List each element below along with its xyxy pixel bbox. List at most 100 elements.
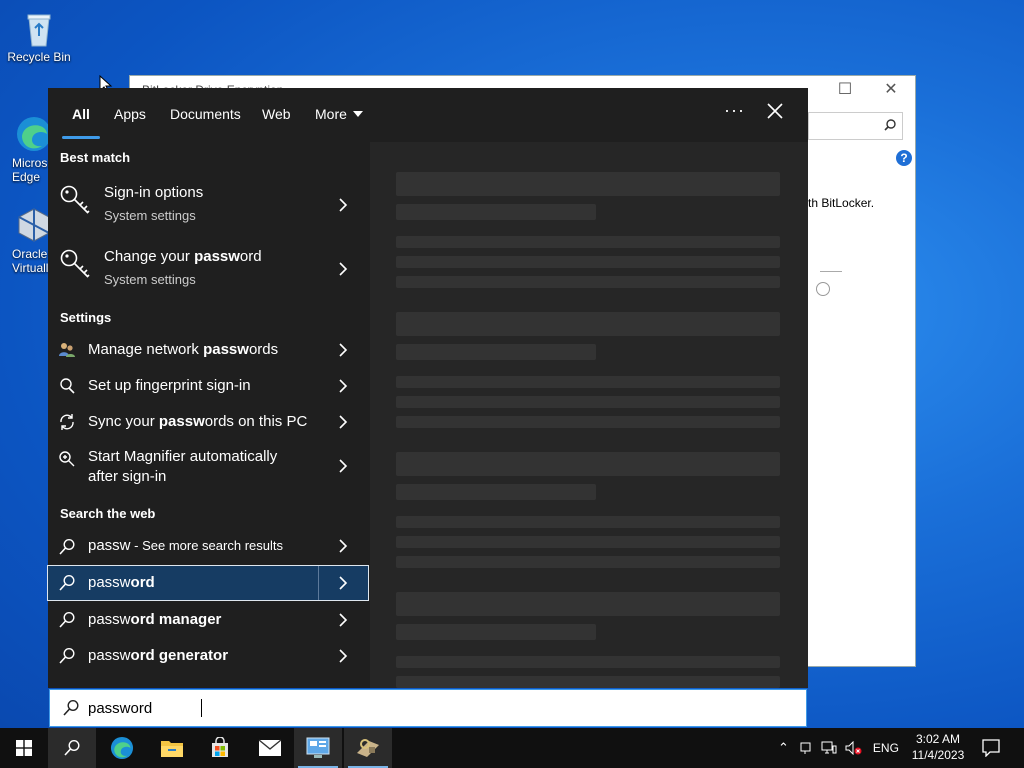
clock[interactable]: 3:02 AM 11/4/2023 <box>906 731 970 763</box>
result-fingerprint-sign-in[interactable]: Set up fingerprint sign-in <box>48 368 368 404</box>
desktop-icon-recycle-bin[interactable]: Recycle Bin <box>7 8 71 64</box>
store-icon <box>212 737 228 757</box>
chevron-right-icon[interactable] <box>338 415 348 429</box>
taskbar-control-panel[interactable] <box>294 728 342 768</box>
loading-placeholder <box>396 556 780 568</box>
tab-all[interactable]: All <box>72 106 90 122</box>
desktop-icon-label: Oracle Virtuall <box>12 247 49 275</box>
loading-placeholder <box>396 536 780 548</box>
control-panel-icon <box>306 737 330 758</box>
loading-placeholder <box>396 344 596 360</box>
taskbar-mail[interactable] <box>246 728 294 768</box>
desktop-icon-edge[interactable]: Micros Edge <box>2 114 51 184</box>
chevron-right-icon[interactable] <box>338 198 348 212</box>
help-icon[interactable]: ? <box>896 150 912 166</box>
chevron-right-icon[interactable] <box>338 539 348 553</box>
magnifier-icon <box>59 451 75 467</box>
result-title: password manager <box>88 611 222 628</box>
result-manage-network-passwords[interactable]: Manage network passwords <box>48 332 368 368</box>
loading-placeholder <box>396 592 780 616</box>
chevron-right-icon[interactable] <box>338 459 348 473</box>
chevron-right-icon[interactable] <box>338 343 348 357</box>
section-search-the-web: Search the web <box>60 506 156 521</box>
network-icon[interactable] <box>821 741 837 755</box>
web-result-password-manager[interactable]: password manager <box>48 602 368 638</box>
clock-date: 11/4/2023 <box>911 748 965 762</box>
more-options-button[interactable]: ··· <box>724 100 745 121</box>
chevron-down-icon <box>352 111 363 117</box>
result-title: Change your password <box>104 248 262 265</box>
loading-placeholder <box>396 416 780 428</box>
chevron-right-icon[interactable] <box>338 613 348 627</box>
desktop-icon-label: Recycle Bin <box>7 50 71 64</box>
device-icon[interactable] <box>799 741 813 755</box>
input-language[interactable]: ENG <box>873 741 899 755</box>
result-title: passw - See more search results <box>88 537 283 554</box>
folder-icon <box>161 741 183 757</box>
web-result-password[interactable]: password <box>47 565 369 601</box>
desktop-icon-virtualbox[interactable]: Oracle Virtuall <box>2 205 50 275</box>
result-title: password <box>88 574 155 591</box>
loading-placeholder <box>396 204 596 220</box>
result-title: password generator <box>88 647 229 664</box>
start-button[interactable] <box>0 728 48 768</box>
control-panel-search[interactable] <box>808 112 903 140</box>
close-search-button[interactable] <box>762 98 788 124</box>
taskbar: ⌃ ENG 3:02 AM 11/4/2023 <box>0 728 1024 768</box>
web-result-passw[interactable]: passw - See more search results <box>48 528 368 564</box>
volume-muted-icon[interactable] <box>845 741 863 755</box>
loading-placeholder <box>396 624 596 640</box>
loading-placeholder <box>396 396 780 408</box>
windows-logo-icon <box>16 740 32 756</box>
row-divider <box>318 566 319 600</box>
result-sync-passwords[interactable]: Sync your passwords on this PC <box>48 404 368 440</box>
tab-web[interactable]: Web <box>262 106 291 122</box>
tab-documents[interactable]: Documents <box>170 106 241 122</box>
search-icon <box>59 611 75 628</box>
taskbar-store[interactable] <box>196 728 244 768</box>
result-title: Manage network passwords <box>88 341 279 358</box>
search-input[interactable] <box>88 697 688 719</box>
search-icon <box>59 647 75 664</box>
chevron-right-icon[interactable] <box>338 379 348 393</box>
taskbar-search-button[interactable] <box>48 728 96 768</box>
result-change-password[interactable]: Change your password System settings <box>48 238 368 300</box>
tab-apps[interactable]: Apps <box>114 106 146 122</box>
section-settings: Settings <box>60 310 112 325</box>
taskbar-file-explorer[interactable] <box>148 728 196 768</box>
search-icon <box>59 574 75 591</box>
result-title-line2: after sign-in <box>88 468 167 485</box>
tab-more-label: More <box>315 106 347 122</box>
loading-placeholder <box>396 172 780 196</box>
search-key-icon <box>60 378 75 394</box>
taskbar-search-box[interactable] <box>49 689 807 727</box>
text-caret <box>201 699 202 717</box>
web-result-password-generator[interactable]: password generator <box>48 638 368 674</box>
search-icon <box>884 119 896 131</box>
maximize-button[interactable]: ☐ <box>822 76 868 104</box>
search-tabs: All Apps Documents Web More ··· <box>48 88 808 142</box>
sync-icon <box>60 414 74 430</box>
chevron-right-icon[interactable] <box>338 262 348 276</box>
bitlocker-icon <box>357 739 379 757</box>
result-subtitle: System settings <box>104 208 196 223</box>
taskbar-bitlocker[interactable] <box>344 728 392 768</box>
notification-icon <box>982 739 1000 757</box>
tab-more[interactable]: More <box>315 106 363 122</box>
result-sign-in-options[interactable]: Sign-in options System settings <box>48 174 368 236</box>
chevron-up-icon[interactable]: ⌃ <box>778 740 789 756</box>
loading-placeholder <box>396 484 596 500</box>
edge-icon <box>110 736 134 760</box>
taskbar-edge[interactable] <box>98 728 146 768</box>
active-tab-indicator <box>62 136 100 139</box>
result-start-magnifier[interactable]: Start Magnifier automatically after sign… <box>48 440 368 492</box>
chevron-right-icon[interactable] <box>338 649 348 663</box>
chevron-right-icon[interactable] <box>338 576 348 590</box>
result-subtitle: System settings <box>104 272 196 287</box>
action-center-button[interactable] <box>968 728 1014 768</box>
loading-placeholder <box>396 676 780 688</box>
loading-placeholder <box>396 236 780 248</box>
result-title: Set up fingerprint sign-in <box>88 377 251 394</box>
close-button[interactable]: ✕ <box>868 76 914 104</box>
clock-time: 3:02 AM <box>915 732 961 746</box>
